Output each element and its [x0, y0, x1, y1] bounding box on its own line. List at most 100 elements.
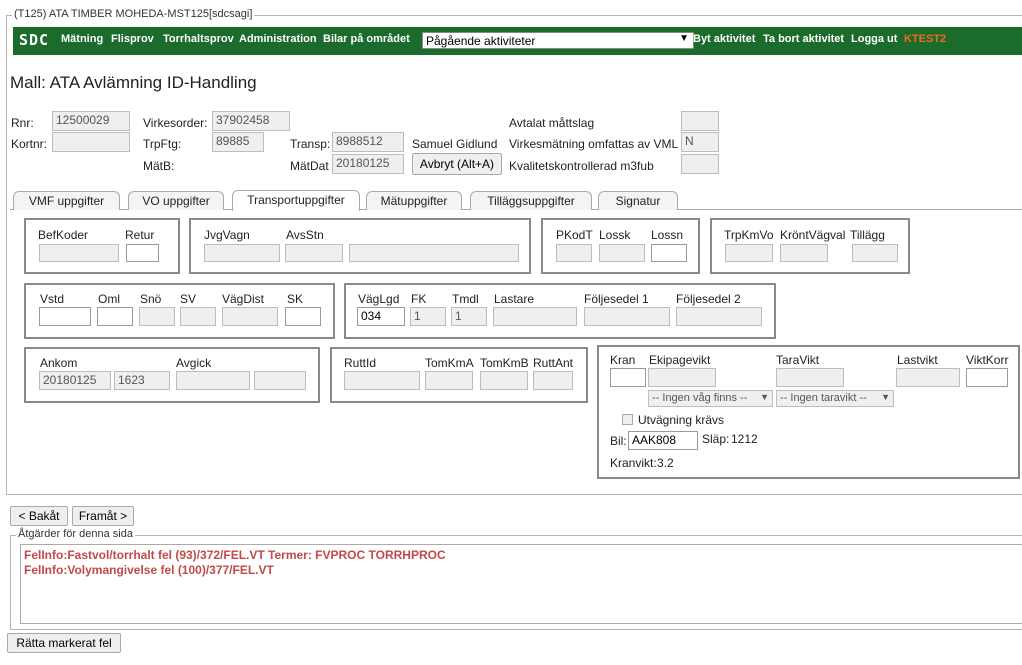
sv-label: SV: [180, 292, 197, 306]
kval-field[interactable]: [681, 154, 719, 174]
kortnr-field[interactable]: [52, 132, 130, 152]
ruttid-label: RuttId: [344, 356, 377, 370]
avgick-label: Avgick: [176, 356, 212, 370]
vaglgd-field[interactable]: 034: [357, 307, 405, 326]
avtalat-field[interactable]: [681, 111, 719, 131]
pkodt-field[interactable]: [556, 244, 592, 262]
kortnr-label: Kortnr:: [11, 137, 48, 151]
vag-select[interactable]: -- Ingen våg finns -- ▼: [648, 390, 773, 407]
ankom-label: Ankom: [40, 356, 78, 370]
viktkorr-field[interactable]: [966, 368, 1008, 387]
lastvikt-field[interactable]: [896, 368, 960, 387]
sv-field[interactable]: [180, 307, 216, 326]
rnr-field[interactable]: 12500029: [52, 111, 130, 131]
ruttid-field[interactable]: [344, 371, 420, 390]
fix-error-button[interactable]: Rätta markerat fel: [7, 633, 121, 653]
foljesedel2-label: Följesedel 2: [676, 292, 741, 306]
chevron-down-icon: ▼: [881, 392, 890, 402]
vml-label: Virkesmätning omfattas av VML: [509, 137, 679, 151]
tab-transportuppgifter[interactable]: Transportuppgifter: [232, 190, 360, 211]
jvgvagn-field[interactable]: [204, 244, 280, 262]
trpftg-field[interactable]: 89885: [212, 132, 264, 152]
error-item[interactable]: FelInfo:Volymangivelse fel (100)/377/FEL…: [24, 563, 274, 577]
nav-item-administration[interactable]: Administration: [239, 33, 317, 45]
taravikt-label: TaraVikt: [776, 353, 820, 367]
tab-vo-uppgifter[interactable]: VO uppgifter: [128, 191, 224, 210]
taravikt-field[interactable]: [776, 368, 844, 387]
kran-field[interactable]: [610, 368, 646, 387]
vag-select-value: -- Ingen våg finns --: [652, 392, 748, 404]
forward-button[interactable]: Framåt >: [72, 506, 134, 526]
lossk-field[interactable]: [599, 244, 645, 262]
ankom-date-field[interactable]: 20180125: [39, 371, 111, 390]
lossn-field[interactable]: [651, 244, 687, 262]
trpkmvo-field[interactable]: [725, 244, 773, 262]
sk-label: SK: [287, 292, 304, 306]
user-name: KTEST2: [904, 33, 947, 45]
tillagg-field[interactable]: [852, 244, 898, 262]
avsstn-name-field[interactable]: [349, 244, 519, 262]
window-title: (T125) ATA TIMBER MOHEDA-MST125[sdcsagi]: [12, 8, 255, 20]
foljesedel2-field[interactable]: [676, 307, 762, 326]
kran-label: Kran: [610, 353, 636, 367]
error-item[interactable]: FelInfo:Fastvol/torrhalt fel (93)/372/FE…: [24, 548, 446, 562]
avgick-time-field[interactable]: [254, 371, 306, 390]
tomkma-field[interactable]: [425, 371, 473, 390]
ekipagevikt-field[interactable]: [648, 368, 716, 387]
tmdl-field[interactable]: 1: [451, 307, 487, 326]
tmdl-label: Tmdl: [452, 292, 479, 306]
oml-field[interactable]: [97, 307, 133, 326]
oml-label: Oml: [98, 292, 120, 306]
avsstn-field[interactable]: [285, 244, 343, 262]
matdat-label: MätDat: [290, 159, 329, 173]
tab-tillaggsuppgifter[interactable]: Tilläggsuppgifter: [470, 191, 592, 210]
ruttant-field[interactable]: [533, 371, 573, 390]
befkoder-label: BefKoder: [38, 228, 89, 242]
trpftg-label: TrpFtg:: [143, 137, 182, 151]
virkesorder-field[interactable]: 37902458: [212, 111, 290, 131]
back-button[interactable]: < Bakåt: [10, 506, 68, 526]
ta-bort-aktivitet-link[interactable]: Ta bort aktivitet: [763, 33, 844, 45]
kval-label: Kvalitetskontrollerad m3fub: [509, 159, 654, 173]
activity-select[interactable]: Pågående aktiviteter ▼: [422, 32, 694, 49]
matdat-field[interactable]: 20180125: [332, 154, 404, 174]
logga-ut-link[interactable]: Logga ut: [851, 33, 897, 45]
transp-label: Transp:: [290, 137, 331, 151]
trpkmvo-label: TrpKmVo: [724, 228, 774, 242]
befkoder-field[interactable]: [39, 244, 119, 262]
krontvagval-field[interactable]: [780, 244, 828, 262]
vagdist-field[interactable]: [222, 307, 278, 326]
sno-field[interactable]: [139, 307, 175, 326]
activity-select-value: Pågående aktiviteter: [426, 34, 536, 48]
foljesedel1-field[interactable]: [584, 307, 670, 326]
vml-field[interactable]: N: [681, 132, 719, 152]
nav-item-matning[interactable]: Mätning: [61, 33, 103, 45]
abort-button[interactable]: Avbryt (Alt+A): [412, 153, 502, 175]
fk-field[interactable]: 1: [410, 307, 446, 326]
transp-field[interactable]: 8988512: [332, 132, 404, 152]
tab-vmf-uppgifter[interactable]: VMF uppgifter: [13, 191, 120, 210]
nav-item-bilar[interactable]: Bilar på området: [323, 33, 410, 45]
tara-select[interactable]: -- Ingen taravikt -- ▼: [776, 390, 894, 407]
bil-field[interactable]: AAK808: [628, 431, 698, 450]
vstd-field[interactable]: [39, 307, 91, 326]
nav-item-flisprov[interactable]: Flisprov: [111, 33, 154, 45]
tab-signatur[interactable]: Signatur: [598, 191, 678, 210]
tillagg-label: Tillägg: [850, 228, 885, 242]
nav-item-torrhaltsprov[interactable]: Torrhaltsprov: [163, 33, 234, 45]
chevron-down-icon: ▼: [679, 33, 689, 44]
tab-matuppgifter[interactable]: Mätuppgifter: [366, 191, 462, 210]
ankom-time-field[interactable]: 1623: [114, 371, 170, 390]
utvagning-checkbox[interactable]: [622, 414, 633, 425]
tomkma-label: TomKmA: [425, 356, 474, 370]
byt-aktivitet-link[interactable]: Byt aktivitet: [693, 33, 755, 45]
page-title: Mall: ATA Avlämning ID-Handling: [10, 73, 257, 92]
lastare-field[interactable]: [493, 307, 577, 326]
kranvikt-label: Kranvikt:: [610, 456, 657, 470]
retur-field[interactable]: [126, 244, 159, 262]
avtalat-label: Avtalat måttslag: [509, 116, 595, 130]
avgick-date-field[interactable]: [176, 371, 250, 390]
sk-field[interactable]: [285, 307, 321, 326]
tomkmb-field[interactable]: [480, 371, 528, 390]
error-list[interactable]: FelInfo:Fastvol/torrhalt fel (93)/372/FE…: [20, 544, 1022, 624]
